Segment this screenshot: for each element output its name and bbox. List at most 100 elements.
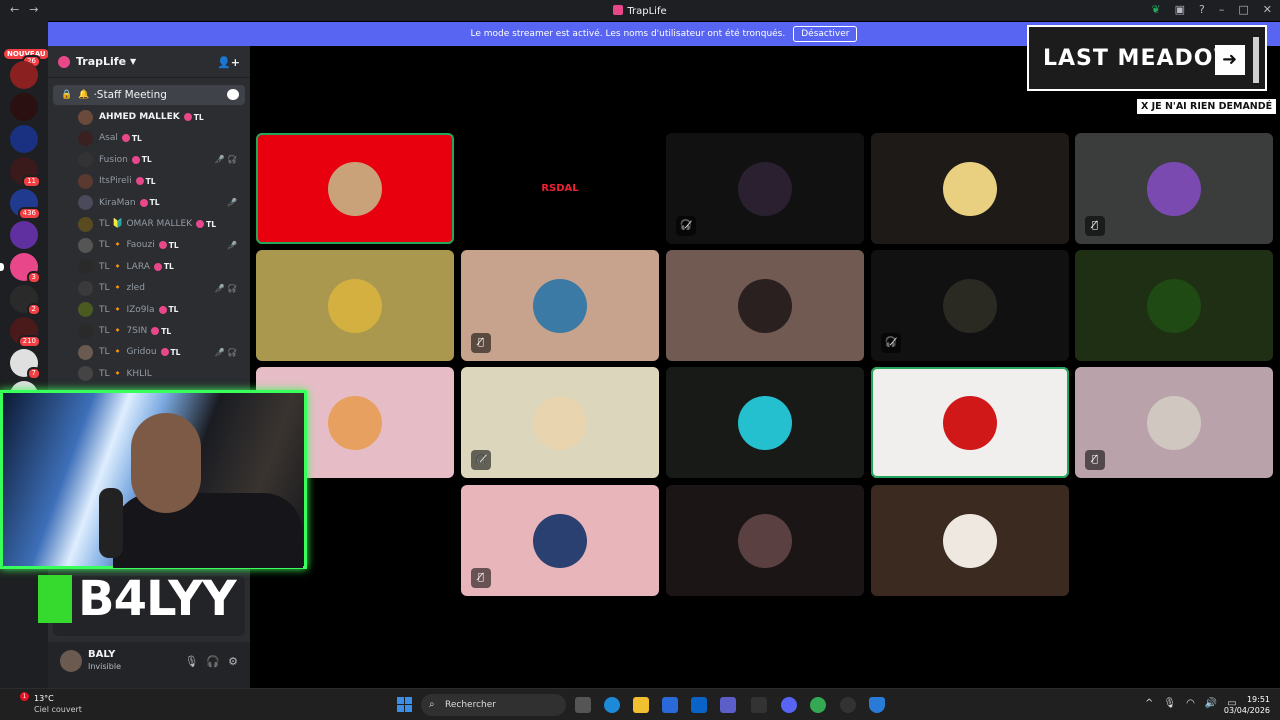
notification-badge: 1 (20, 692, 29, 701)
server-icon[interactable] (10, 125, 38, 153)
discord-icon[interactable] (781, 697, 797, 713)
clock[interactable]: 19:51 03/04/2026 (1224, 694, 1270, 716)
title-bar: ←→ TrapLife ❦ ▣? – □ ✕ (0, 0, 1280, 21)
server-icon[interactable]: 7 (10, 349, 41, 380)
help-icon[interactable]: ? (1199, 3, 1205, 16)
server-icon[interactable]: 3 (0, 253, 41, 284)
voice-user[interactable]: TL 🔰 OMAR MALLEK TL (78, 214, 243, 234)
voice-user[interactable]: TL 🔸 zled 🎤̸ 🎧̸ (78, 278, 243, 298)
participant-tile[interactable] (666, 485, 864, 596)
participant-tile[interactable]: 🎙̸ (461, 250, 659, 361)
teams-icon[interactable] (720, 697, 736, 713)
search-input[interactable]: ⌕ Rechercher (421, 694, 566, 716)
server-tag: TL (132, 155, 152, 164)
voice-user[interactable]: AHMED MALLEK TL (78, 107, 243, 127)
participant-tile[interactable] (871, 485, 1069, 596)
user-panel: BALY Invisible 🎙 🎧 ⚙ (48, 642, 250, 688)
voice-user-name: TL 🔸 LARA (99, 261, 150, 272)
microphone-icon[interactable]: 🎙 (1163, 698, 1176, 709)
guild-header[interactable]: TrapLife ▼ 👤+ (48, 46, 250, 78)
voice-user-name: TL 🔸 zled (99, 283, 145, 294)
avatar (78, 237, 93, 253)
minimize-icon[interactable]: – (1219, 3, 1225, 16)
participant-tile[interactable] (256, 250, 454, 361)
inbox-icon[interactable]: ▣ (1175, 3, 1185, 16)
wifi-icon[interactable]: ◠ (1186, 698, 1195, 709)
avatar[interactable] (60, 650, 82, 672)
muted-icon: 🎙̸ (1085, 216, 1105, 236)
participant-tile[interactable] (871, 367, 1069, 478)
muted-icon: 🎤̸ (227, 198, 237, 208)
participant-tile[interactable] (871, 133, 1069, 244)
bell-icon: 🔔 (78, 90, 90, 100)
avatar (328, 278, 382, 333)
server-icon[interactable] (10, 221, 38, 249)
participant-tile[interactable]: RSDAL (461, 133, 659, 244)
avatar (1147, 161, 1201, 216)
avatar (78, 109, 93, 125)
deafened-icon: 🎧̸ (881, 333, 901, 353)
participant-tile[interactable] (666, 367, 864, 478)
voice-user[interactable]: KiraMan TL 🎤̸ (78, 193, 243, 213)
chevron-up-icon[interactable]: ^ (1145, 698, 1153, 709)
participant-tile[interactable]: 🎙̸ (461, 485, 659, 596)
explorer-icon[interactable] (633, 697, 649, 713)
server-tag: TL (140, 198, 160, 207)
store-icon[interactable] (662, 697, 678, 713)
username: BALY (88, 649, 116, 660)
task-view-icon[interactable] (575, 697, 591, 713)
disable-streamer-button[interactable]: Désactiver (793, 26, 858, 42)
avatar (738, 278, 792, 333)
voice-channel-staff-meeting[interactable]: 🔒 🔔 · Staff Meeting (53, 85, 245, 105)
participant-tile[interactable] (666, 250, 864, 361)
voice-user-name: TL 🔸 7SIN (99, 326, 148, 336)
chat-bubble-icon[interactable] (227, 89, 239, 100)
participant-tile[interactable]: 🎧̸ (666, 133, 864, 244)
close-icon[interactable]: ✕ (1263, 3, 1272, 16)
gear-icon[interactable]: ⚙ (228, 655, 238, 668)
voice-user[interactable]: TL 🔸 Faouzi TL 🎤̸ (78, 235, 243, 255)
terminal-icon[interactable] (751, 697, 767, 713)
edge-icon[interactable] (604, 697, 620, 713)
server-icon[interactable]: 2 (10, 285, 41, 316)
voice-user[interactable]: TL 🔸 IZo9la TL (78, 300, 243, 320)
maximize-icon[interactable]: □ (1238, 3, 1248, 16)
window-controls[interactable]: ❦ ▣? – □ ✕ (1151, 3, 1272, 16)
voice-user-name: TL 🔸 IZo9la (99, 304, 155, 315)
server-tag: TL (159, 305, 179, 314)
server-icon[interactable] (10, 61, 38, 89)
avatar (78, 130, 93, 146)
voice-user[interactable]: ItsPireli TL (78, 171, 243, 191)
app-logo-icon (613, 5, 624, 15)
server-icon[interactable]: 11 (10, 157, 41, 188)
shield-icon[interactable] (869, 697, 885, 713)
avatar (78, 323, 93, 339)
outlook-icon[interactable] (691, 697, 707, 713)
app-icon[interactable] (840, 697, 856, 713)
volume-icon[interactable]: 🔊 (1205, 698, 1217, 709)
voice-user[interactable]: TL 🔸 KHLIL (78, 364, 243, 384)
server-icon[interactable]: 436 (10, 189, 41, 220)
start-button[interactable] (397, 697, 412, 712)
participant-tile[interactable]: 🎙̸ (1075, 133, 1273, 244)
leaf-icon[interactable]: ❦ (1151, 3, 1160, 16)
participant-tile[interactable]: 🎧̸ (461, 367, 659, 478)
participant-tile[interactable]: 🎧̸ (871, 250, 1069, 361)
server-icon[interactable] (10, 93, 38, 121)
server-icon[interactable]: 210 (10, 317, 41, 348)
chrome-icon[interactable] (810, 697, 826, 713)
microphone-icon[interactable]: 🎙 (184, 655, 198, 668)
voice-user[interactable]: TL 🔸 7SIN TL (78, 321, 243, 341)
arrow-right-icon: ➜ (1215, 45, 1245, 75)
headset-icon[interactable]: 🎧 (206, 655, 220, 668)
voice-user[interactable]: TL 🔸 Gridou TL 🎤̸ 🎧̸ (78, 342, 243, 362)
voice-user[interactable]: Fusion TL 🎤̸ 🎧̸ (78, 150, 243, 170)
participant-tile[interactable]: 🎙̸ (1075, 367, 1273, 478)
avatar (78, 195, 93, 211)
participant-tile[interactable] (256, 133, 454, 244)
participant-tile[interactable] (1075, 250, 1273, 361)
invite-icon[interactable]: 👤+ (217, 56, 240, 69)
voice-user[interactable]: Asal TL (78, 128, 243, 148)
voice-user[interactable]: TL 🔸 LARA TL (78, 257, 243, 277)
deafened-icon: 🎤̸ 🎧̸ (214, 155, 237, 165)
